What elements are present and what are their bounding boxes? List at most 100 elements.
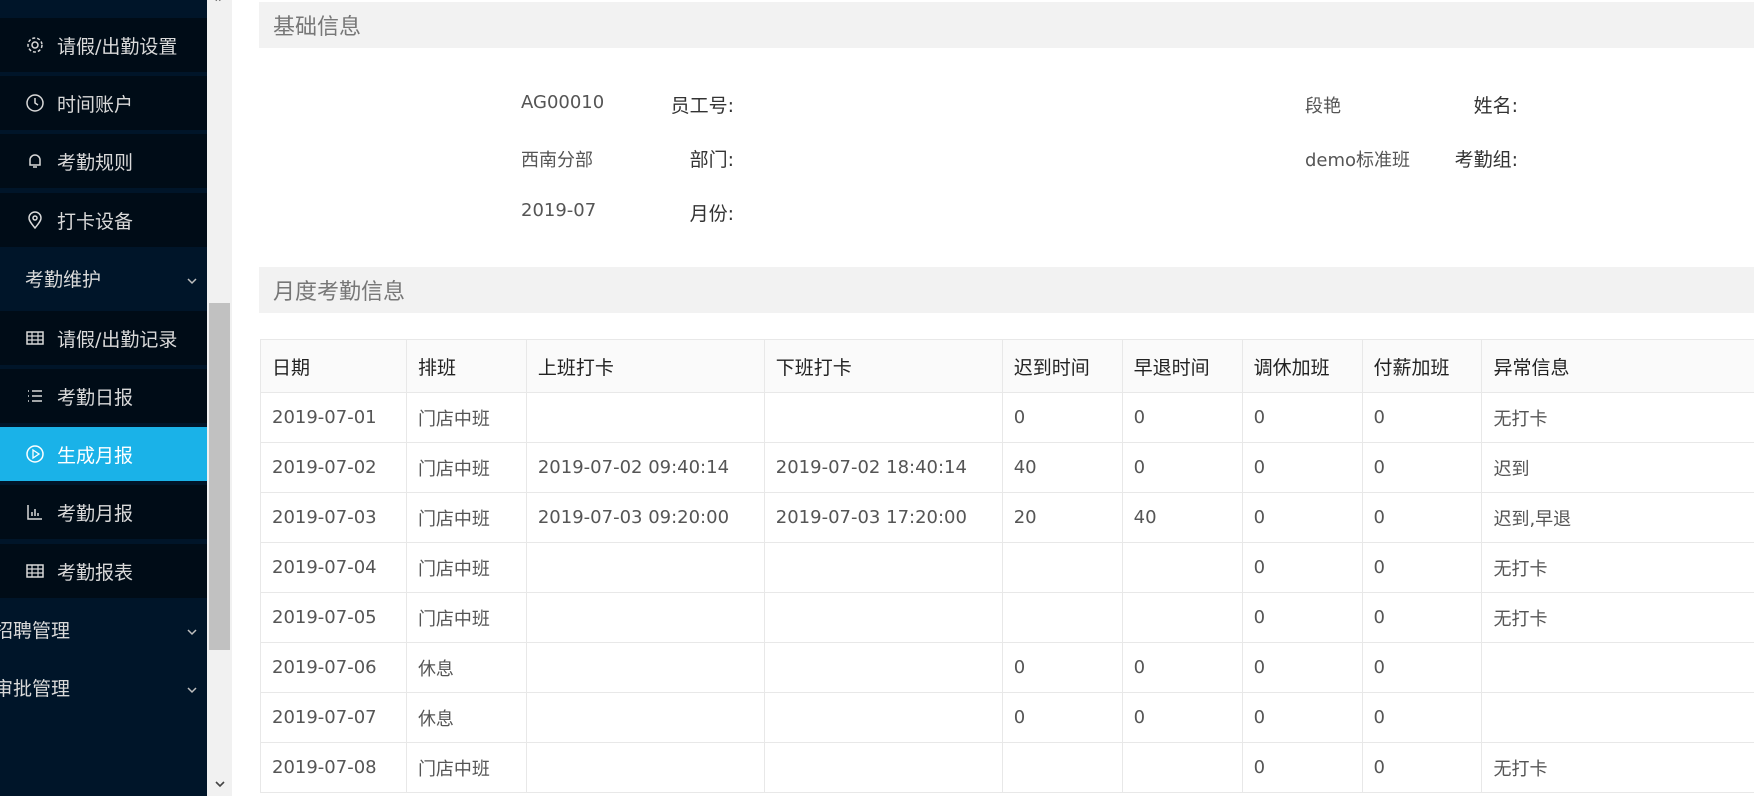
table-cell [525, 742, 765, 793]
column-header: 下班打卡 [763, 339, 1003, 393]
sidebar-item-3[interactable]: 打卡设备 [0, 193, 207, 247]
table-cell: 门店中班 [405, 592, 527, 643]
table-cell: 2019-07-06 [260, 642, 407, 693]
month-value: 2019-07 [521, 200, 597, 221]
table-cell [1121, 742, 1243, 793]
table-cell: 0 [1361, 542, 1483, 593]
column-header: 异常信息 [1481, 339, 1754, 393]
table-row: 2019-07-07 休息 0 0 0 0 [260, 692, 1754, 743]
table-cell: 门店中班 [405, 542, 527, 593]
monthly-info-header: 月度考勤信息 [259, 267, 1754, 313]
table-cell [525, 692, 765, 743]
table-cell [1001, 742, 1123, 793]
table-cell [763, 392, 1003, 443]
table-cell: 0 [1361, 642, 1483, 693]
sidebar-item-9[interactable]: 考勤报表 [0, 544, 207, 598]
chevron-down-icon [185, 622, 199, 636]
sidebar-item-1[interactable]: 时间账户 [0, 76, 207, 130]
table-cell: 0 [1121, 642, 1243, 693]
table-cell: 2019-07-01 [260, 392, 407, 443]
sidebar-item-11[interactable]: 审批管理 [0, 660, 207, 714]
bar-chart-icon [25, 502, 45, 522]
bell-icon [25, 151, 45, 171]
table-cell [763, 542, 1003, 593]
column-header: 日期 [260, 339, 407, 393]
table-cell: 40 [1121, 492, 1243, 543]
table-row: 2019-07-06 休息 0 0 0 0 [260, 642, 1754, 693]
table-cell: 0 [1121, 692, 1243, 743]
sidebar-item-label: 时间账户 [57, 93, 134, 116]
clock-icon [25, 93, 45, 113]
table-cell: 迟到,早退 [1481, 492, 1754, 543]
main-content: 基础信息 员工号: AG00010 姓名: 段艳 部门: 西南分部 考勤组: d… [232, 0, 1754, 796]
table-icon [25, 328, 45, 348]
column-header: 迟到时间 [1001, 339, 1123, 393]
sidebar-item-label: 招聘管理 [0, 619, 71, 642]
table-cell: 0 [1241, 742, 1363, 793]
table-cell: 0 [1361, 742, 1483, 793]
table-cell: 2019-07-04 [260, 542, 407, 593]
sidebar-item-5[interactable]: 请假/出勤记录 [0, 311, 207, 365]
sidebar-item-7[interactable]: 生成月报 [0, 427, 207, 481]
table-cell: 0 [1361, 392, 1483, 443]
table-cell: 0 [1361, 692, 1483, 743]
table-cell [1121, 542, 1243, 593]
sidebar-item-6[interactable]: 考勤日报 [0, 369, 207, 423]
sidebar-item-8[interactable]: 考勤月报 [0, 485, 207, 539]
group-value: demo标准班 [1305, 150, 1411, 171]
chevron-down-icon [185, 680, 199, 694]
sidebar-item-label: 请假/出勤设置 [57, 35, 178, 58]
sidebar-item-label: 考勤日报 [57, 386, 134, 409]
basic-info-header: 基础信息 [259, 2, 1754, 48]
column-header: 排班 [405, 339, 527, 393]
table-body: 2019-07-01 门店中班 0 0 0 0 无打卡 2019-07-02 门店中班 2019-… [260, 392, 1754, 793]
table-cell: 0 [1241, 692, 1363, 743]
table-cell: 40 [1001, 442, 1123, 493]
table-row: 2019-07-03 门店中班 2019-07-03 09:20:00 2019-07… [260, 492, 1754, 543]
table-cell [763, 692, 1003, 743]
sidebar: 请假/出勤设置 时间账户 考勤规则 打卡设备 考勤维护 请假/出勤记录 考勤日报 生成月报 考勤… [0, 0, 207, 796]
table-cell: 0 [1121, 442, 1243, 493]
table-row: 2019-07-08 门店中班 0 0 无打卡 [260, 742, 1754, 793]
table-cell: 2019-07-03 [260, 492, 407, 543]
table-cell: 0 [1361, 492, 1483, 543]
table-cell: 休息 [405, 692, 527, 743]
sidebar-scrollbar[interactable]: ⌃ [207, 0, 232, 796]
sidebar-item-label: 考勤规则 [57, 151, 134, 174]
table-cell: 0 [1361, 442, 1483, 493]
table-cell: 2019-07-02 [260, 442, 407, 493]
table-cell [525, 392, 765, 443]
table-row: 2019-07-05 门店中班 0 0 无打卡 [260, 592, 1754, 643]
table-cell: 门店中班 [405, 742, 527, 793]
sidebar-item-2[interactable]: 考勤规则 [0, 134, 207, 188]
table-cell: 0 [1001, 642, 1123, 693]
sidebar-item-4[interactable]: 考勤维护 [0, 251, 207, 305]
table-cell: 2019-07-08 [260, 742, 407, 793]
scroll-thumb[interactable] [209, 303, 230, 650]
table-row: 2019-07-02 门店中班 2019-07-02 09:40:14 2019-07… [260, 442, 1754, 493]
basic-info-title: 基础信息 [273, 15, 362, 40]
scroll-down-arrow-icon[interactable] [214, 778, 226, 790]
table-cell [525, 642, 765, 693]
table-cell: 无打卡 [1481, 742, 1754, 793]
column-header: 付薪加班 [1361, 339, 1483, 393]
table-cell: 休息 [405, 642, 527, 693]
sidebar-item-10[interactable]: 招聘管理 [0, 602, 207, 656]
table-cell: 0 [1001, 392, 1123, 443]
table-cell [1121, 592, 1243, 643]
sidebar-item-label: 请假/出勤记录 [57, 328, 178, 351]
table-cell [763, 592, 1003, 643]
table-cell [763, 742, 1003, 793]
chevron-down-icon [185, 271, 199, 285]
table-cell: 2019-07-02 09:40:14 [525, 442, 765, 493]
scroll-up-arrow-icon[interactable]: ⌃ [213, 0, 223, 10]
sidebar-item-0[interactable]: 请假/出勤设置 [0, 18, 207, 72]
attendance-table: 日期 排班 上班打卡 下班打卡 迟到时间 早退时间 调休加班 付薪加班 异常信息 2019-07… [260, 339, 1754, 793]
table-cell [763, 642, 1003, 693]
column-header: 上班打卡 [525, 339, 765, 393]
table-cell: 2019-07-03 09:20:00 [525, 492, 765, 543]
sidebar-item-label: 考勤维护 [25, 268, 102, 291]
table-cell: 2019-07-03 17:20:00 [763, 492, 1003, 543]
table-cell: 迟到 [1481, 442, 1754, 493]
employee-no-value: AG00010 [521, 92, 605, 113]
